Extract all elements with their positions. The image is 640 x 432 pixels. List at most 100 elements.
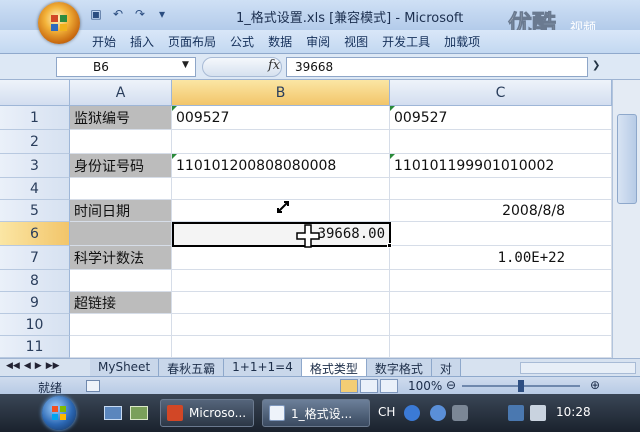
page-layout-view-button[interactable]: [360, 379, 378, 393]
cell-c2[interactable]: [390, 130, 612, 154]
zoom-in-icon[interactable]: ⊕: [590, 378, 600, 392]
ime-icon[interactable]: [404, 405, 420, 421]
first-sheet-icon[interactable]: ◀◀: [6, 361, 20, 371]
cell-b8[interactable]: [172, 270, 390, 292]
cell-b9[interactable]: [172, 292, 390, 314]
row-header-5[interactable]: 5: [0, 200, 70, 222]
insert-function-icon[interactable]: fx: [268, 58, 280, 73]
cell-b10[interactable]: [172, 314, 390, 336]
column-header-a[interactable]: A: [70, 80, 172, 106]
show-desktop-icon[interactable]: [104, 406, 122, 420]
cell-c11[interactable]: [390, 336, 612, 358]
tab-formulas[interactable]: 公式: [230, 33, 254, 50]
row-header-11[interactable]: 11: [0, 336, 70, 358]
zoom-slider-thumb[interactable]: [518, 380, 524, 392]
help-icon[interactable]: [430, 405, 446, 421]
cell-a8[interactable]: [70, 270, 172, 292]
sheet-tab-mysheet[interactable]: MySheet: [90, 359, 160, 377]
sheet-tab-number-format[interactable]: 数字格式: [366, 359, 432, 377]
vertical-scrollbar[interactable]: [612, 80, 640, 358]
office-button[interactable]: [38, 2, 80, 44]
quick-access-toolbar: ▣ ↶ ↷ ▾: [88, 6, 170, 22]
cell-c7[interactable]: 1.00E+22: [390, 246, 612, 270]
sheet-tab-partial[interactable]: 对: [431, 359, 461, 377]
cell-a5[interactable]: 时间日期: [70, 200, 172, 222]
name-box[interactable]: B6: [56, 57, 196, 77]
language-indicator[interactable]: CH: [378, 405, 395, 419]
cell-c8[interactable]: [390, 270, 612, 292]
row-header-2[interactable]: 2: [0, 130, 70, 154]
fill-handle[interactable]: [387, 243, 392, 248]
cell-a4[interactable]: [70, 178, 172, 200]
cell-c4[interactable]: [390, 178, 612, 200]
cell-a9[interactable]: 超链接: [70, 292, 172, 314]
row-header-7[interactable]: 7: [0, 246, 70, 270]
tab-data[interactable]: 数据: [268, 33, 292, 50]
cell-a3[interactable]: 身份证号码: [70, 154, 172, 178]
row-header-4[interactable]: 4: [0, 178, 70, 200]
cell-c5[interactable]: 2008/8/8: [390, 200, 612, 222]
start-button[interactable]: [42, 396, 76, 430]
cell-b1[interactable]: 009527: [172, 106, 390, 130]
cell-c1[interactable]: 009527: [390, 106, 612, 130]
taskbar-item-excel-file[interactable]: 1_格式设...: [262, 399, 370, 427]
next-sheet-icon[interactable]: ▶: [35, 361, 42, 371]
sheet-tab-format-type[interactable]: 格式类型: [301, 359, 367, 377]
qat-dropdown-icon[interactable]: ▾: [154, 6, 170, 22]
cell-b2[interactable]: [172, 130, 390, 154]
switch-windows-icon[interactable]: [130, 406, 148, 420]
page-break-view-button[interactable]: [380, 379, 398, 393]
cell-a11[interactable]: [70, 336, 172, 358]
tab-developer[interactable]: 开发工具: [382, 33, 430, 50]
row-header-1[interactable]: 1: [0, 106, 70, 130]
cell-b4[interactable]: [172, 178, 390, 200]
zoom-out-icon[interactable]: ⊖: [446, 378, 456, 392]
cell-c6[interactable]: [390, 222, 612, 246]
column-header-b[interactable]: B: [172, 80, 390, 106]
cell-c3[interactable]: 110101199901010002: [390, 154, 612, 178]
tab-view[interactable]: 视图: [344, 33, 368, 50]
network-icon[interactable]: [508, 405, 524, 421]
row-header-6[interactable]: 6: [0, 222, 70, 246]
taskbar-item-microsoft[interactable]: Microso...: [160, 399, 254, 427]
cell-c9[interactable]: [390, 292, 612, 314]
zoom-level[interactable]: 100%: [408, 379, 442, 393]
row-header-10[interactable]: 10: [0, 314, 70, 336]
prev-sheet-icon[interactable]: ◀: [24, 361, 31, 371]
sheet-tab-1114[interactable]: 1+1+1=4: [224, 359, 302, 377]
normal-view-button[interactable]: [340, 379, 358, 393]
cell-a1[interactable]: 监狱编号: [70, 106, 172, 130]
tab-insert[interactable]: 插入: [130, 33, 154, 50]
last-sheet-icon[interactable]: ▶▶: [46, 361, 60, 371]
row-header-8[interactable]: 8: [0, 270, 70, 292]
volume-icon[interactable]: [530, 405, 546, 421]
cell-b11[interactable]: [172, 336, 390, 358]
cell-a7[interactable]: 科学计数法: [70, 246, 172, 270]
tab-review[interactable]: 审阅: [306, 33, 330, 50]
horizontal-scrollbar[interactable]: [520, 362, 636, 374]
cell-a2[interactable]: [70, 130, 172, 154]
expand-formula-bar-icon[interactable]: ❯: [592, 60, 600, 71]
cell-b7[interactable]: [172, 246, 390, 270]
name-box-dropdown-icon[interactable]: ▼: [182, 60, 189, 70]
tray-tool-icon[interactable]: [452, 405, 468, 421]
redo-icon[interactable]: ↷: [132, 6, 148, 22]
vertical-scrollbar-thumb[interactable]: [617, 114, 637, 204]
cell-c10[interactable]: [390, 314, 612, 336]
cell-a6[interactable]: [70, 222, 172, 246]
worksheet-grid[interactable]: A B C 1 2 3 4 5 6 7 8 9 10 11 监狱编号 00952…: [0, 80, 640, 358]
save-icon[interactable]: ▣: [88, 6, 104, 22]
cell-b3[interactable]: 110101200808080008: [172, 154, 390, 178]
tab-home[interactable]: 开始: [92, 33, 116, 50]
sheet-tab-chunqiu[interactable]: 春秋五霸: [159, 359, 225, 377]
row-header-3[interactable]: 3: [0, 154, 70, 178]
tab-add-ins[interactable]: 加载项: [444, 33, 480, 50]
cell-a10[interactable]: [70, 314, 172, 336]
undo-icon[interactable]: ↶: [110, 6, 126, 22]
select-all-corner[interactable]: [0, 80, 70, 106]
row-header-9[interactable]: 9: [0, 292, 70, 314]
tab-page-layout[interactable]: 页面布局: [168, 33, 216, 50]
formula-input[interactable]: 39668: [286, 57, 588, 77]
column-header-c[interactable]: C: [390, 80, 612, 106]
macro-record-icon[interactable]: [86, 380, 100, 392]
